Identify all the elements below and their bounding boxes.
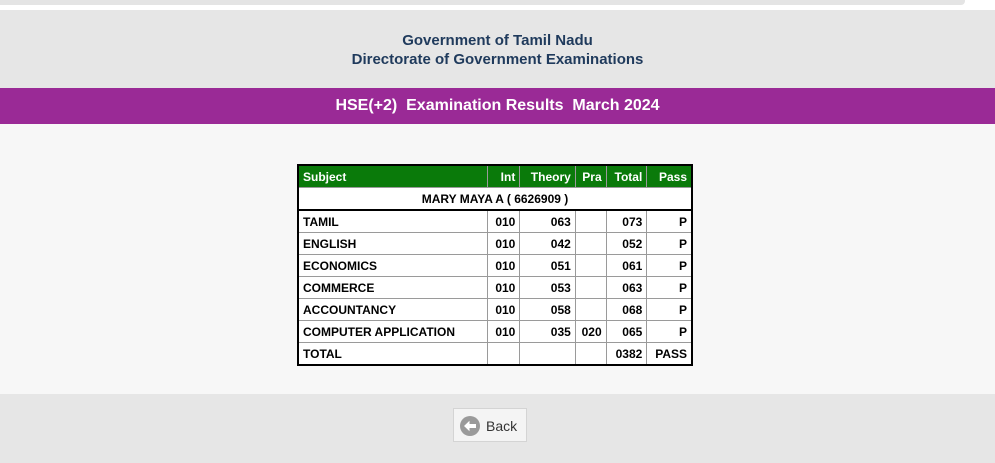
table-row: COMMERCE 010 053 063 P [297,276,693,299]
theory-cell [519,342,576,366]
results-content: MARY MAYA A ( 6626909 ) Subject Int Theo… [0,124,995,394]
total-cell: 061 [605,254,648,277]
pass-cell: P [646,232,693,255]
column-header-pass: Pass [646,164,693,188]
pass-cell: P [646,320,693,343]
student-name-row: MARY MAYA A ( 6626909 ) [297,187,693,211]
column-header-total: Total [605,164,648,188]
pra-cell [574,342,607,366]
int-cell: 010 [486,320,521,343]
subject-cell: COMMERCE [297,276,488,299]
table-row: ECONOMICS 010 051 061 P [297,254,693,277]
subject-cell: ACCOUNTANCY [297,298,488,321]
subject-cell: ENGLISH [297,232,488,255]
pass-cell: P [646,209,693,233]
table-row: COMPUTER APPLICATION 010 035 020 065 P [297,320,693,343]
int-cell: 010 [486,298,521,321]
int-cell [486,342,521,366]
theory-cell: 063 [519,209,576,233]
pra-cell [574,298,607,321]
header-government-title: Government of Tamil Nadu [402,32,593,49]
theory-cell: 042 [519,232,576,255]
table-row: ACCOUNTANCY 010 058 068 P [297,298,693,321]
theory-cell: 058 [519,298,576,321]
results-banner: HSE(+2) Examination Results March 2024 [0,88,995,124]
column-header-theory: Theory [519,164,576,188]
table-row: ENGLISH 010 042 052 P [297,232,693,255]
theory-cell: 051 [519,254,576,277]
arrow-left-circle-icon [460,416,480,436]
page-footer: Back [0,394,995,463]
scroll-strip [0,0,965,5]
pass-cell: P [646,276,693,299]
browser-top-strip [0,0,995,10]
pass-cell: P [646,254,693,277]
back-button[interactable]: Back [453,408,527,442]
total-cell: 068 [605,298,648,321]
int-cell: 010 [486,209,521,233]
pra-cell [574,254,607,277]
subject-cell: COMPUTER APPLICATION [297,320,488,343]
table-row: TAMIL 010 063 073 P [297,209,693,233]
marks-table: MARY MAYA A ( 6626909 ) Subject Int Theo… [297,164,693,366]
int-cell: 010 [486,276,521,299]
column-header-pra: Pra [574,164,607,188]
subject-cell: ECONOMICS [297,254,488,277]
back-button-label: Back [486,418,518,434]
int-cell: 010 [486,254,521,277]
header-directorate-title: Directorate of Government Examinations [351,51,644,68]
int-cell: 010 [486,232,521,255]
pra-cell [574,276,607,299]
subject-cell: TAMIL [297,209,488,233]
total-cell: 052 [605,232,648,255]
column-header-subject: Subject [297,164,488,188]
total-label-cell: TOTAL [297,342,488,366]
total-cell: 063 [605,276,648,299]
total-cell: 073 [605,209,648,233]
grand-total-cell: 0382 [605,342,648,366]
page-header: Government of Tamil Nadu Directorate of … [0,10,995,88]
table-header-row: Subject Int Theory Pra Total Pass [297,164,693,188]
theory-cell: 035 [519,320,576,343]
column-header-int: Int [486,164,521,188]
theory-cell: 053 [519,276,576,299]
pra-cell [574,209,607,233]
total-row: TOTAL 0382 PASS [297,342,693,366]
total-cell: 065 [605,320,648,343]
pass-cell: P [646,298,693,321]
result-status-cell: PASS [646,342,693,366]
pra-cell: 020 [574,320,607,343]
student-name: MARY MAYA A ( 6626909 ) [297,187,693,211]
pra-cell [574,232,607,255]
